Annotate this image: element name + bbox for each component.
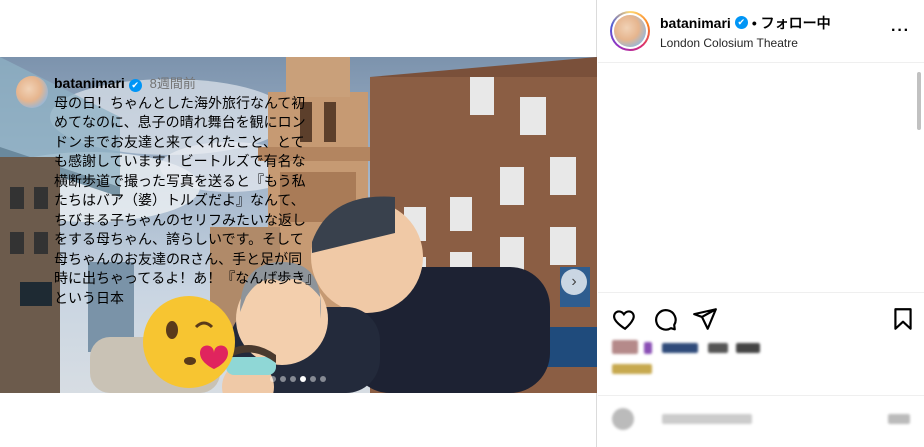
emoji-icon[interactable]: [612, 408, 634, 430]
location-link[interactable]: London Colosium Theatre: [660, 36, 831, 50]
carousel-dot: [310, 376, 316, 382]
following-status-button[interactable]: • フォロー中: [752, 13, 831, 33]
carousel-dot: [290, 376, 296, 382]
post-comment-button[interactable]: [888, 414, 910, 424]
username-link[interactable]: batanimari: [660, 15, 731, 31]
likes-count-obscured: [612, 338, 782, 358]
more-options-button[interactable]: ···: [891, 22, 910, 40]
caption-avatar[interactable]: [16, 76, 48, 108]
action-bar: [598, 292, 924, 342]
caption-username-link[interactable]: batanimari: [54, 75, 125, 91]
verified-badge-icon: ✔: [734, 16, 748, 29]
paper-plane-icon[interactable]: [692, 306, 718, 332]
verified-badge-icon: ✔: [128, 79, 142, 93]
avatar-image: [614, 15, 646, 47]
bookmark-icon[interactable]: [890, 306, 916, 332]
post-caption: batanimari ✔ 8週間前 母の日！ちゃんとした海外旅行なんて初めてなの…: [54, 74, 316, 308]
carousel-dot: [280, 376, 286, 382]
add-comment-input[interactable]: [662, 414, 752, 424]
carousel-indicator: [0, 376, 596, 382]
scrollbar-thumb[interactable]: [917, 72, 921, 130]
next-slide-button[interactable]: ›: [561, 269, 587, 295]
add-comment-row: [598, 395, 924, 447]
post-date-obscured: [612, 362, 672, 376]
chevron-right-icon: ›: [571, 273, 577, 290]
comments-scrollbar[interactable]: [916, 68, 922, 288]
carousel-dot-active: [300, 376, 306, 382]
caption-timestamp: 8週間前: [149, 76, 196, 91]
avatar-inner: [612, 13, 648, 49]
comment-icon[interactable]: [652, 306, 678, 332]
caption-text: 母の日！ちゃんとした海外旅行なんて初めてなのに、息子の晴れ舞台を観にロンドンまで…: [54, 94, 313, 306]
post-header: batanimari ✔ • フォロー中 London Colosium The…: [598, 0, 924, 63]
more-icon: ···: [891, 22, 910, 39]
carousel-dot: [270, 376, 276, 382]
heart-icon[interactable]: [612, 306, 638, 332]
header-text: batanimari ✔ • フォロー中 London Colosium The…: [660, 13, 831, 50]
carousel-dot: [320, 376, 326, 382]
post-side-panel: batanimari ✔ • フォロー中 London Colosium The…: [598, 0, 924, 447]
header-line: batanimari ✔ • フォロー中: [660, 13, 831, 33]
avatar[interactable]: [610, 11, 650, 51]
